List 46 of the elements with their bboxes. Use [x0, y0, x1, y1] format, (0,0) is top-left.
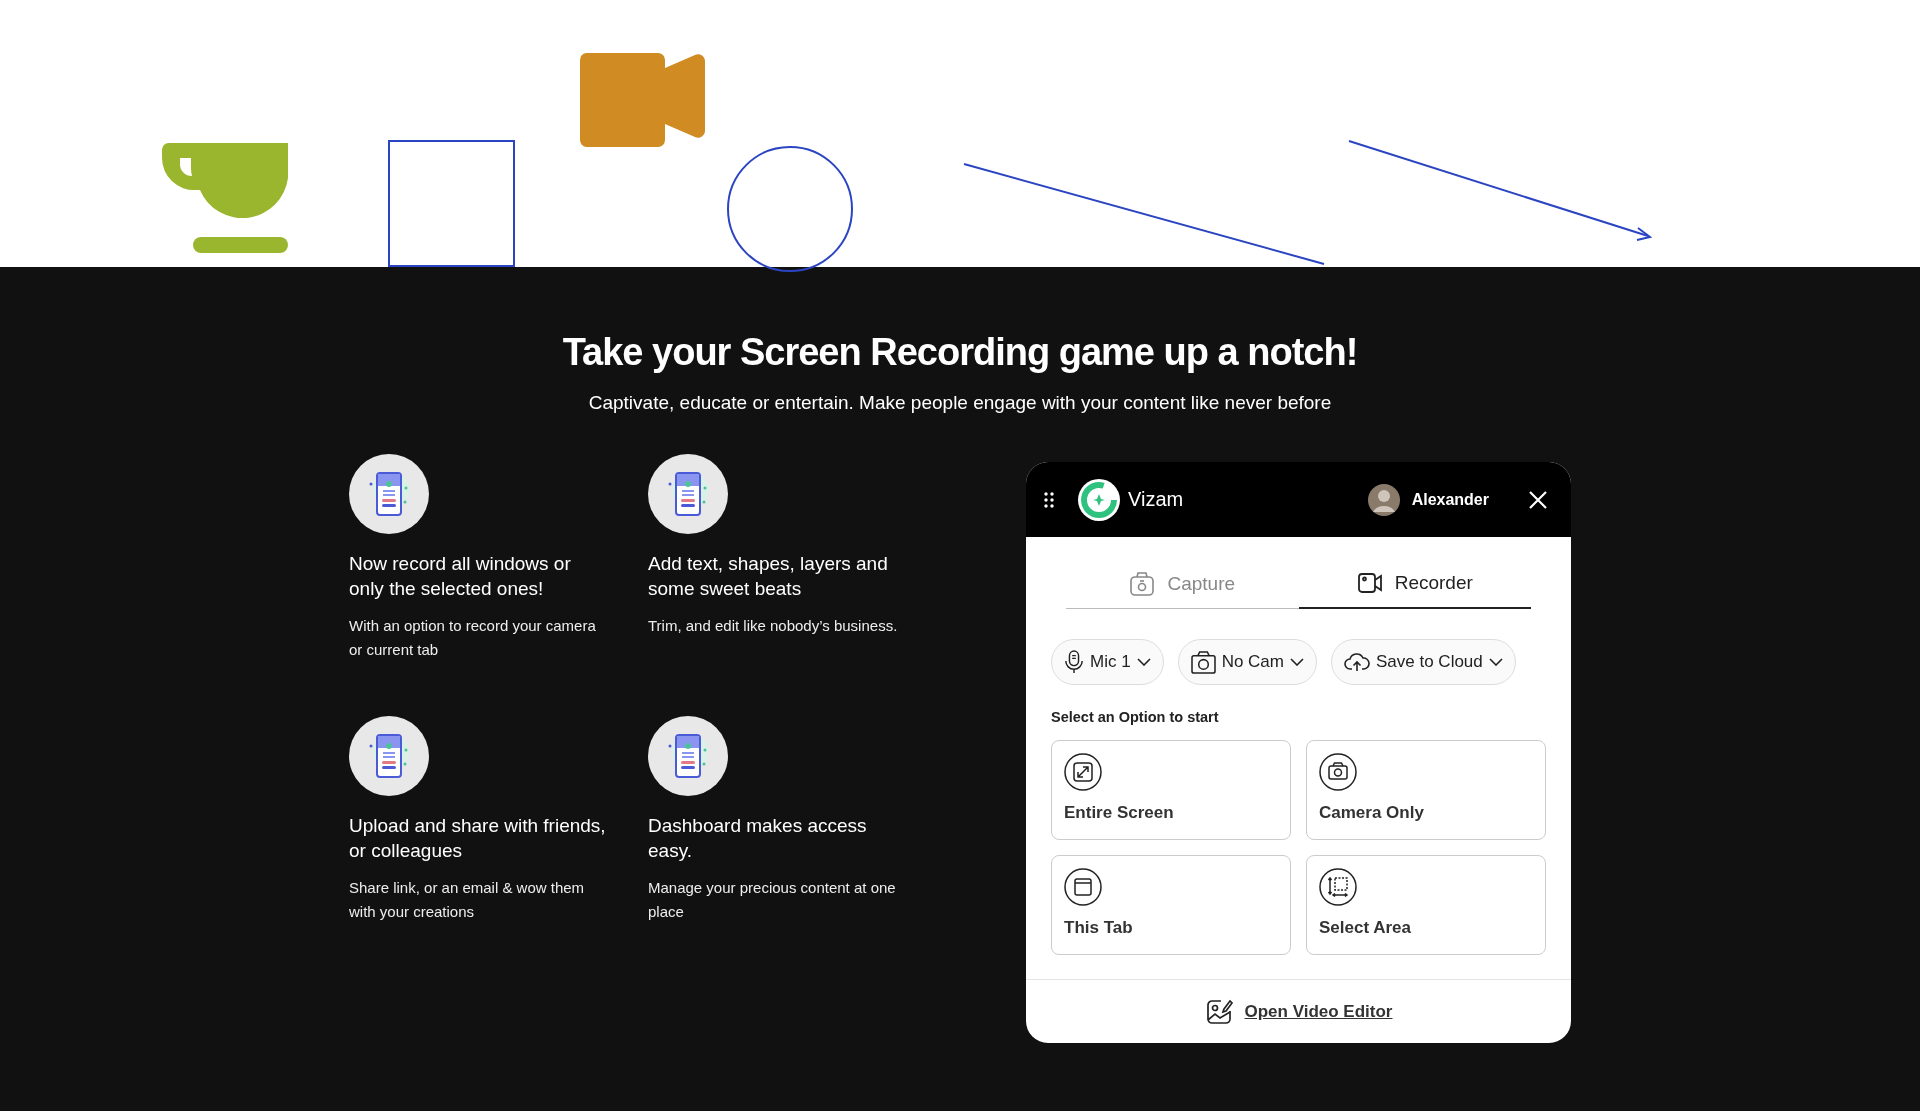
dropdown[interactable]: No Cam	[1177, 639, 1317, 685]
close-icon	[1529, 490, 1547, 509]
video-camera-icon	[580, 53, 705, 147]
chevron-down-icon	[1488, 658, 1503, 666]
browser-window-icon	[1064, 868, 1102, 906]
feature-title: Upload and share with friends, or colleagues	[349, 814, 607, 863]
feature-description: Trim, and edit like nobody’s business.	[648, 616, 898, 636]
video-camera-icon	[1356, 570, 1383, 596]
feature-description: Share link, or an email & wow them with your creations	[349, 878, 586, 922]
selection-area-icon	[1319, 868, 1357, 906]
phone-illustration-icon	[648, 716, 728, 796]
option-card[interactable]: Entire Screen	[1051, 740, 1291, 840]
dropdown[interactable]: Save to Cloud	[1331, 639, 1516, 685]
camera-icon	[1319, 753, 1357, 791]
chevron-down-icon	[1290, 658, 1304, 666]
app-name: Vizam	[1128, 488, 1184, 511]
subheading: Captivate, educate or entertain. Make people engage with your content like never before	[588, 392, 1332, 414]
camera-icon	[1129, 570, 1156, 597]
prompt-text: Select an Option to start	[1051, 709, 1220, 725]
open-video-editor-link[interactable]: Open Video Editor	[1244, 1001, 1393, 1022]
avatar-icon[interactable]	[1367, 483, 1400, 516]
phone-illustration-icon	[349, 454, 429, 534]
camera-icon	[1190, 650, 1216, 674]
tab[interactable]: Recorder	[1298, 559, 1531, 609]
microphone-icon	[1064, 650, 1084, 674]
cloud-upload-icon	[1344, 652, 1370, 672]
feature-description: With an option to record your camera or current tab	[349, 616, 597, 660]
dropdown[interactable]: Mic 1	[1051, 639, 1164, 685]
expand-icon	[1064, 753, 1102, 791]
phone-illustration-icon	[349, 716, 429, 796]
feature-title: Now record all windows or only the selected ones!	[349, 552, 572, 601]
user-name: Alexander	[1411, 490, 1489, 509]
image-edit-icon	[1204, 997, 1233, 1026]
feature-title: Add text, shapes, layers and some sweet beats	[648, 552, 889, 601]
feature-title: Dashboard makes access easy.	[648, 814, 868, 863]
phone-illustration-icon	[648, 454, 728, 534]
tab[interactable]: Capture	[1066, 559, 1299, 609]
chevron-down-icon	[1136, 658, 1151, 666]
logo-icon	[1078, 478, 1120, 521]
option-card[interactable]: Camera Only	[1306, 740, 1546, 840]
option-card[interactable]: This Tab	[1051, 855, 1291, 955]
heading: Take your Screen Recording game up a notch!	[562, 331, 1358, 374]
drag-handle-icon[interactable]	[1044, 491, 1054, 508]
option-card[interactable]: Select Area	[1306, 855, 1546, 955]
feature-description: Manage your precious content at one place	[648, 878, 897, 922]
cup-icon	[162, 143, 288, 253]
